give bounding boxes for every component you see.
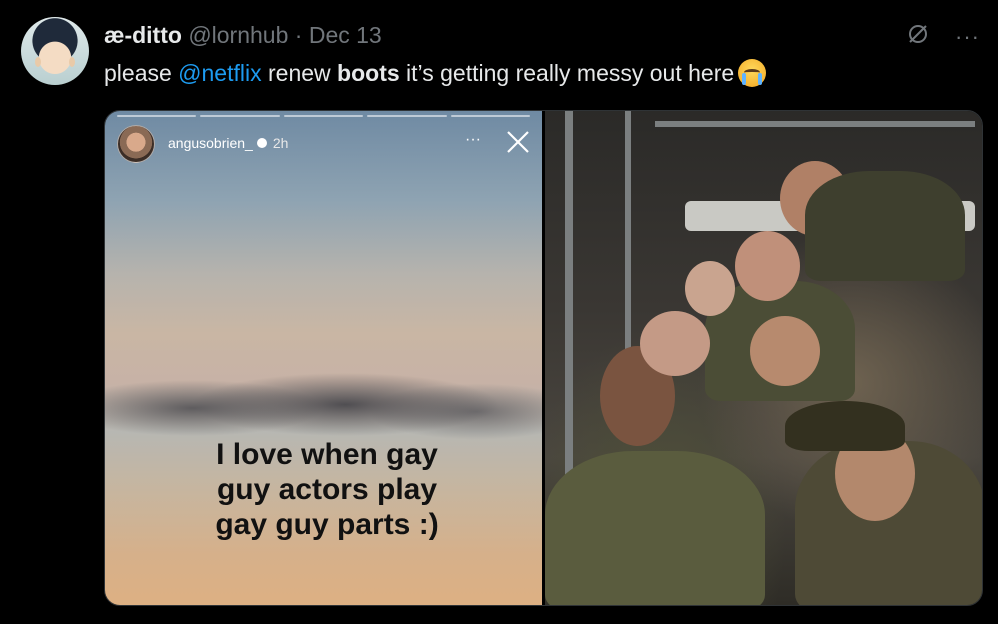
cloud-shape	[105, 373, 542, 443]
person-face	[685, 261, 735, 316]
person-shirt	[545, 451, 765, 605]
story-username: angusobrien_	[168, 135, 253, 151]
verified-icon	[256, 138, 267, 148]
story-user: angusobrien_ 2h	[168, 135, 288, 151]
progress-segment	[117, 115, 197, 117]
story-screenshot: angusobrien_ 2h ··· I love when gay guy a…	[105, 111, 542, 605]
progress-segment	[450, 115, 531, 117]
person-face	[735, 231, 800, 301]
crying-face-emoji-icon	[738, 59, 767, 87]
story-avatar	[117, 125, 155, 163]
person-shirt	[805, 171, 965, 281]
avatar-detail	[35, 57, 41, 67]
author-avatar[interactable]	[21, 17, 89, 85]
grok-icon[interactable]	[906, 22, 930, 46]
more-icon[interactable]: ···	[955, 24, 980, 50]
bunk-frame	[655, 121, 975, 127]
progress-segment	[367, 115, 447, 117]
author-handle[interactable]: @lornhub	[188, 22, 288, 48]
close-icon	[507, 131, 529, 153]
story-time: 2h	[272, 135, 289, 151]
tweet-text-part: renew	[261, 60, 338, 86]
progress-segment	[283, 115, 364, 117]
caption-line: gay guy parts :)	[215, 508, 439, 541]
progress-segment	[200, 115, 280, 117]
tweet-text-part: it’s getting really messy out here	[399, 60, 735, 86]
header-separator: ·	[294, 22, 303, 48]
author-name[interactable]: æ-ditto	[104, 22, 182, 48]
media-attachment[interactable]: angusobrien_ 2h ··· I love when gay guy a…	[104, 110, 983, 606]
campaign-hat	[785, 401, 905, 451]
tweet-header: æ-ditto @lornhub · Dec 13	[104, 20, 382, 50]
avatar-detail	[69, 57, 75, 67]
tweet-date[interactable]: Dec 13	[309, 22, 382, 48]
caption-line: I love when gay	[216, 438, 438, 471]
mention-link[interactable]: @netflix	[178, 60, 261, 86]
person-face	[750, 316, 820, 386]
story-caption: I love when gay guy actors play gay guy …	[207, 437, 447, 542]
story-progress-bar	[117, 115, 531, 117]
tweet-text-part: please	[104, 60, 179, 86]
group-photo	[545, 111, 982, 605]
person-face	[640, 311, 710, 376]
story-more-icon: ···	[465, 131, 481, 148]
caption-line: guy actors play	[216, 473, 438, 506]
tweet-bold-word: boots	[337, 60, 400, 86]
tweet-text: please @netflix renew boots it’s getting…	[104, 58, 767, 88]
